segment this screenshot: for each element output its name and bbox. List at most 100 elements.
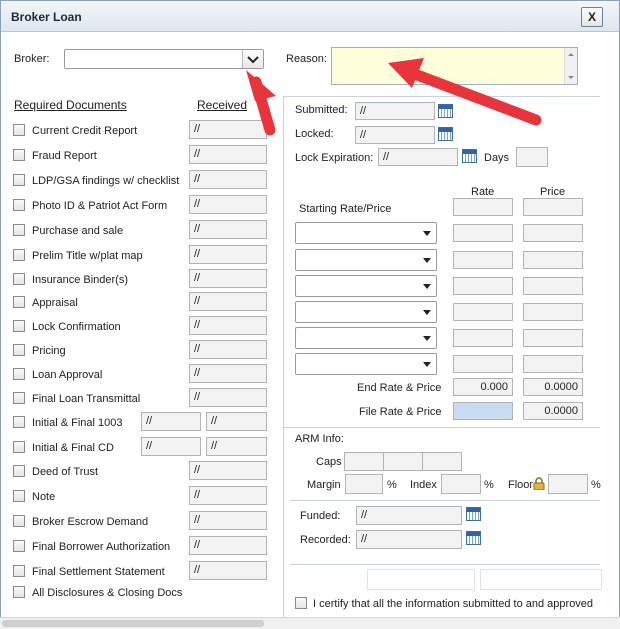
adjustment-select[interactable] xyxy=(295,301,437,323)
received-date-field[interactable]: // xyxy=(189,340,267,359)
received-date-field[interactable]: // xyxy=(189,364,267,383)
scrollbar-thumb[interactable] xyxy=(2,620,264,627)
caps-field-2[interactable] xyxy=(383,452,423,471)
days-field[interactable] xyxy=(516,147,548,167)
received-date-field[interactable]: // xyxy=(189,170,267,189)
certify-checkbox[interactable] xyxy=(295,597,307,609)
floor-field[interactable] xyxy=(548,474,588,494)
document-checkbox[interactable] xyxy=(13,124,25,136)
document-checkbox[interactable] xyxy=(13,515,25,527)
document-checkbox[interactable] xyxy=(13,249,25,261)
end-price-field[interactable]: 0.0000 xyxy=(523,378,583,396)
received-date-field[interactable]: // xyxy=(189,292,267,311)
caps-field-1[interactable] xyxy=(344,452,384,471)
calendar-icon[interactable] xyxy=(466,507,481,521)
document-checkbox[interactable] xyxy=(13,540,25,552)
received-date-field[interactable]: // xyxy=(189,536,267,555)
locked-date-field[interactable]: // xyxy=(355,126,435,144)
faded-button[interactable] xyxy=(367,569,475,590)
document-checkbox[interactable] xyxy=(13,368,25,380)
title-bar[interactable]: Broker Loan X xyxy=(1,1,619,32)
document-checkbox[interactable] xyxy=(13,565,25,577)
received-date-field[interactable]: // xyxy=(189,316,267,335)
received-date-field[interactable]: // xyxy=(189,195,267,214)
document-label: Broker Escrow Demand xyxy=(32,516,149,528)
adjustment-select[interactable] xyxy=(295,275,437,297)
adjustment-select[interactable] xyxy=(295,353,437,375)
reason-scrollbar[interactable] xyxy=(564,48,577,84)
file-rate-field[interactable] xyxy=(453,402,513,420)
received-date-field[interactable]: // xyxy=(189,220,267,239)
divider xyxy=(290,564,600,565)
document-checkbox[interactable] xyxy=(13,416,25,428)
caps-field-3[interactable] xyxy=(422,452,462,471)
received-date-field[interactable]: // xyxy=(189,245,267,264)
adjustment-price-field[interactable] xyxy=(523,251,583,269)
document-checkbox[interactable] xyxy=(13,273,25,285)
calendar-icon[interactable] xyxy=(462,149,477,163)
received-date-field[interactable]: // xyxy=(189,461,267,480)
initial-date-field[interactable]: // xyxy=(141,412,201,431)
document-checkbox[interactable] xyxy=(13,174,25,186)
faded-button[interactable] xyxy=(480,569,602,590)
divider xyxy=(290,500,600,501)
document-checkbox[interactable] xyxy=(13,199,25,211)
adjustment-select[interactable] xyxy=(295,222,437,244)
document-checkbox[interactable] xyxy=(13,224,25,236)
document-checkbox[interactable] xyxy=(13,320,25,332)
starting-price-field[interactable] xyxy=(523,198,583,216)
reason-textarea[interactable] xyxy=(331,47,578,85)
document-checkbox[interactable] xyxy=(13,465,25,477)
initial-date-field[interactable]: // xyxy=(141,437,201,456)
adjustment-rate-field[interactable] xyxy=(453,251,513,269)
received-date-field[interactable]: // xyxy=(189,120,267,139)
received-date-field[interactable]: // xyxy=(189,269,267,288)
adjustment-price-field[interactable] xyxy=(523,277,583,295)
adjustment-select[interactable] xyxy=(295,249,437,271)
final-date-field[interactable]: // xyxy=(206,437,267,456)
starting-rate-field[interactable] xyxy=(453,198,513,216)
adjustment-rate-field[interactable] xyxy=(453,224,513,242)
final-date-field[interactable]: // xyxy=(206,412,267,431)
document-checkbox[interactable] xyxy=(13,296,25,308)
submitted-date-field[interactable]: // xyxy=(355,102,435,120)
lock-expiration-field[interactable]: // xyxy=(378,148,458,166)
adjustment-select[interactable] xyxy=(295,327,437,349)
calendar-icon[interactable] xyxy=(466,531,481,545)
received-date-field[interactable]: // xyxy=(189,511,267,530)
index-label: Index xyxy=(410,479,437,491)
price-header: Price xyxy=(540,186,566,198)
adjustment-price-field[interactable] xyxy=(523,303,583,321)
file-price-field[interactable]: 0.0000 xyxy=(523,402,583,420)
calendar-icon[interactable] xyxy=(438,127,453,141)
document-checkbox[interactable] xyxy=(13,344,25,356)
document-checkbox[interactable] xyxy=(13,149,25,161)
received-date-field[interactable]: // xyxy=(189,145,267,164)
received-date-field[interactable]: // xyxy=(189,388,267,407)
adjustment-rate-field[interactable] xyxy=(453,303,513,321)
funded-date-field[interactable]: // xyxy=(356,506,462,525)
received-date-field[interactable]: // xyxy=(189,561,267,580)
adjustment-price-field[interactable] xyxy=(523,224,583,242)
chevron-down-icon[interactable] xyxy=(242,50,263,68)
received-date-field[interactable]: // xyxy=(189,486,267,505)
margin-field[interactable] xyxy=(345,474,383,494)
adjustment-price-field[interactable] xyxy=(523,329,583,347)
document-checkbox[interactable] xyxy=(13,392,25,404)
adjustment-rate-field[interactable] xyxy=(453,277,513,295)
calendar-icon[interactable] xyxy=(438,104,453,118)
recorded-date-field[interactable]: // xyxy=(356,530,462,549)
broker-select[interactable] xyxy=(64,49,264,69)
document-checkbox[interactable] xyxy=(13,490,25,502)
end-rate-field[interactable]: 0.000 xyxy=(453,378,513,396)
close-button[interactable]: X xyxy=(581,7,603,27)
dropdown-arrow-icon xyxy=(423,284,431,289)
document-checkbox[interactable] xyxy=(13,586,25,598)
adjustment-rate-field[interactable] xyxy=(453,355,513,373)
document-checkbox[interactable] xyxy=(13,441,25,453)
index-field[interactable] xyxy=(441,474,481,494)
adjustment-price-field[interactable] xyxy=(523,355,583,373)
document-label: Current Credit Report xyxy=(32,125,138,137)
adjustment-rate-field[interactable] xyxy=(453,329,513,347)
horizontal-scrollbar[interactable] xyxy=(0,617,620,629)
